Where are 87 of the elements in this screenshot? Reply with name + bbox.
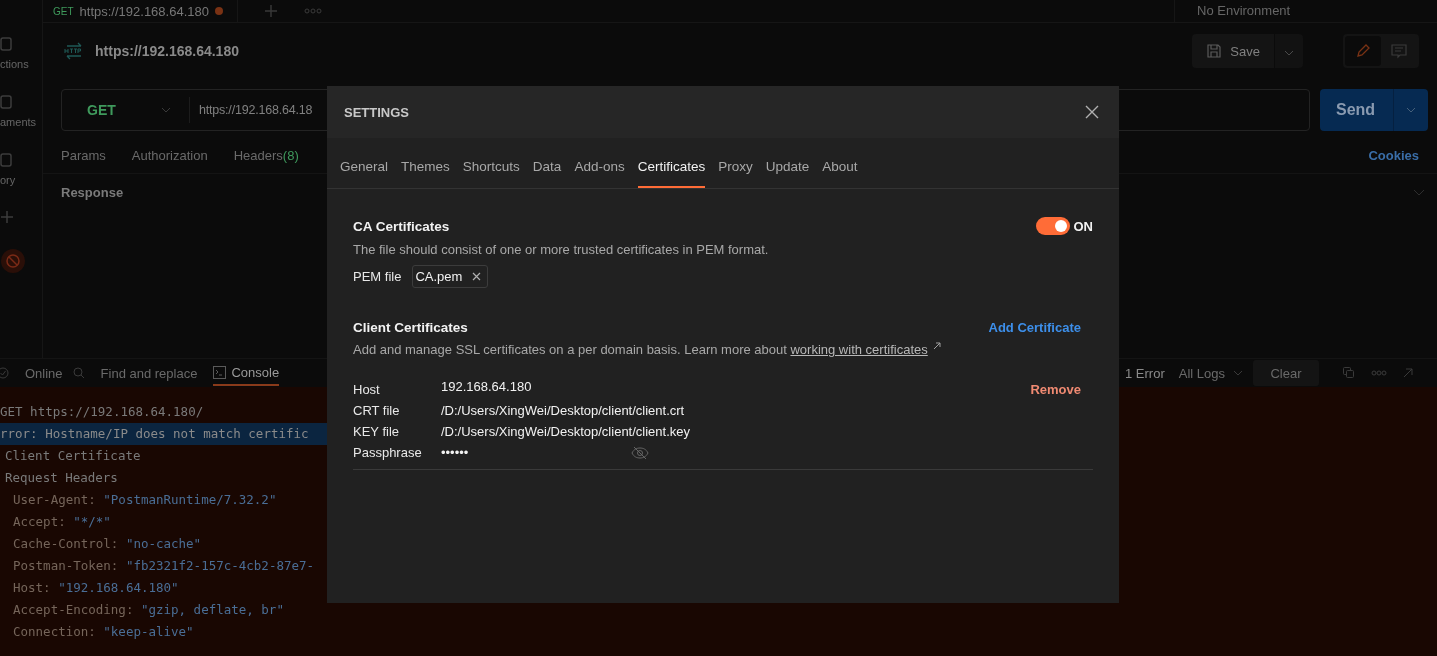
close-icon[interactable] bbox=[1085, 105, 1099, 119]
dialog-title: SETTINGS bbox=[344, 104, 409, 120]
console-line: Request Headers bbox=[4, 469, 119, 487]
close-icon[interactable] bbox=[472, 272, 482, 281]
expand-arrow-icon[interactable] bbox=[1403, 368, 1413, 378]
file-path: /D:/Users/XingWei/Desktop/client/client.key bbox=[441, 424, 691, 439]
host-value: 192.168.64.180 bbox=[441, 379, 532, 394]
field-label: Passphrase bbox=[353, 445, 423, 460]
sidebar-icon[interactable] bbox=[0, 36, 14, 52]
settings-tab[interactable]: About bbox=[822, 159, 858, 188]
console-line: Client Certificate bbox=[4, 447, 142, 465]
remove-link[interactable]: Remove bbox=[1030, 382, 1081, 397]
request-tab[interactable]: Authorization bbox=[131, 147, 208, 163]
add-certificate-link[interactable]: Add Certificate bbox=[988, 320, 1081, 335]
section-description: The file should consist of one or more trusted certificates in PEM format. bbox=[353, 242, 769, 257]
url-field[interactable]: https://192.168.64.18 bbox=[190, 103, 313, 117]
terminal-icon bbox=[213, 365, 227, 379]
error-count: 1 Error bbox=[1125, 365, 1165, 381]
settings-tab[interactable]: Add-ons bbox=[574, 159, 625, 188]
file-path: /D:/Users/XingWei/Desktop/client/client.crt bbox=[441, 403, 685, 418]
header-line: Host: "192.168.64.180" bbox=[12, 579, 180, 597]
sidebar-label[interactable]: aments bbox=[0, 116, 37, 128]
method-label: GET bbox=[53, 5, 74, 17]
sidebar-label[interactable]: ctions bbox=[0, 58, 29, 70]
save-button[interactable]: Save bbox=[1192, 34, 1274, 68]
save-icon bbox=[1206, 43, 1223, 59]
settings-tab[interactable]: Certificates bbox=[637, 159, 706, 188]
field-label: KEY file bbox=[353, 424, 400, 439]
settings-tab[interactable]: General bbox=[340, 159, 389, 188]
cookies-link[interactable]: Cookies bbox=[1368, 147, 1419, 163]
settings-tab[interactable]: Data bbox=[532, 159, 562, 188]
more-icon[interactable] bbox=[303, 8, 322, 14]
settings-tab[interactable]: Shortcuts bbox=[462, 159, 520, 188]
header-line: Postman-Token: "fb2321f2-157c-4cb2-87e7- bbox=[12, 557, 316, 575]
header-line: Connection: "keep-alive" bbox=[12, 623, 195, 641]
settings-tab[interactable]: Update bbox=[765, 159, 810, 188]
search-icon bbox=[72, 367, 85, 379]
field-label: PEM file bbox=[353, 269, 402, 284]
section-description: Add and manage SSL certificates on a per domain basis. Learn more about working with certificates bbox=[353, 342, 928, 357]
eye-slash-icon[interactable] bbox=[631, 445, 649, 460]
docs-link[interactable]: working with certificates bbox=[790, 342, 928, 357]
section-title: CA Certificates bbox=[353, 218, 450, 234]
method-select[interactable]: GET bbox=[62, 97, 190, 123]
check-circle-icon bbox=[0, 367, 9, 379]
copy-icon[interactable] bbox=[1343, 367, 1355, 379]
external-link-icon bbox=[932, 342, 941, 350]
tab-title[interactable]: https://192.168.64.180 bbox=[79, 3, 209, 19]
header-line: Cache-Control: "no-cache" bbox=[12, 535, 203, 553]
field-label: Host bbox=[353, 382, 381, 397]
send-button[interactable]: Send bbox=[1320, 89, 1428, 131]
clear-button[interactable]: Clear bbox=[1253, 360, 1319, 386]
comment-icon bbox=[1391, 43, 1407, 59]
caret-icon bbox=[1284, 49, 1294, 56]
plus-icon[interactable] bbox=[0, 210, 14, 224]
chevron-icon[interactable] bbox=[1413, 188, 1425, 196]
header-line: User-Agent: "PostmanRuntime/7.32.2" bbox=[12, 491, 278, 509]
header-line: Accept: "*/*" bbox=[12, 513, 112, 531]
file-chip: CA.pem bbox=[412, 265, 489, 288]
save-menu-button[interactable] bbox=[1275, 34, 1303, 68]
online-status[interactable]: Online bbox=[25, 365, 63, 381]
passphrase-value: •••••• bbox=[441, 445, 470, 460]
section-title: Client Certificates bbox=[353, 320, 468, 335]
toggle-label: ON bbox=[1073, 218, 1093, 234]
plus-icon[interactable] bbox=[263, 4, 278, 18]
field-label: CRT file bbox=[353, 403, 401, 418]
console-line: GET https://192.168.64.180/ bbox=[0, 403, 205, 421]
response-title: Response bbox=[61, 184, 124, 200]
settings-tab[interactable]: Themes bbox=[401, 159, 450, 188]
log-filter-select[interactable]: All Logs bbox=[1178, 365, 1243, 381]
blocked-icon[interactable] bbox=[0, 248, 26, 274]
caret-icon bbox=[161, 107, 171, 113]
sidebar-icon[interactable] bbox=[0, 94, 14, 110]
environment-select[interactable]: No Environment bbox=[1174, 0, 1417, 22]
sidebar-icon[interactable] bbox=[0, 152, 14, 168]
caret-icon bbox=[1406, 107, 1416, 113]
more-icon[interactable] bbox=[1371, 370, 1387, 376]
caret-icon bbox=[1233, 370, 1243, 376]
settings-tab[interactable]: Proxy bbox=[718, 159, 753, 188]
sidebar-label[interactable]: ory bbox=[0, 174, 16, 186]
edit-button[interactable] bbox=[1345, 36, 1381, 66]
header-line: Accept-Encoding: "gzip, deflate, br" bbox=[12, 601, 285, 619]
pencil-icon bbox=[1355, 43, 1371, 59]
find-replace-button[interactable]: Find and replace bbox=[100, 365, 198, 381]
request-tab[interactable]: Headers(8) bbox=[233, 147, 299, 163]
request-title: https://192.168.64.180 bbox=[95, 43, 239, 59]
toggle-switch[interactable] bbox=[1035, 217, 1070, 235]
request-tab[interactable]: Params bbox=[61, 147, 106, 163]
